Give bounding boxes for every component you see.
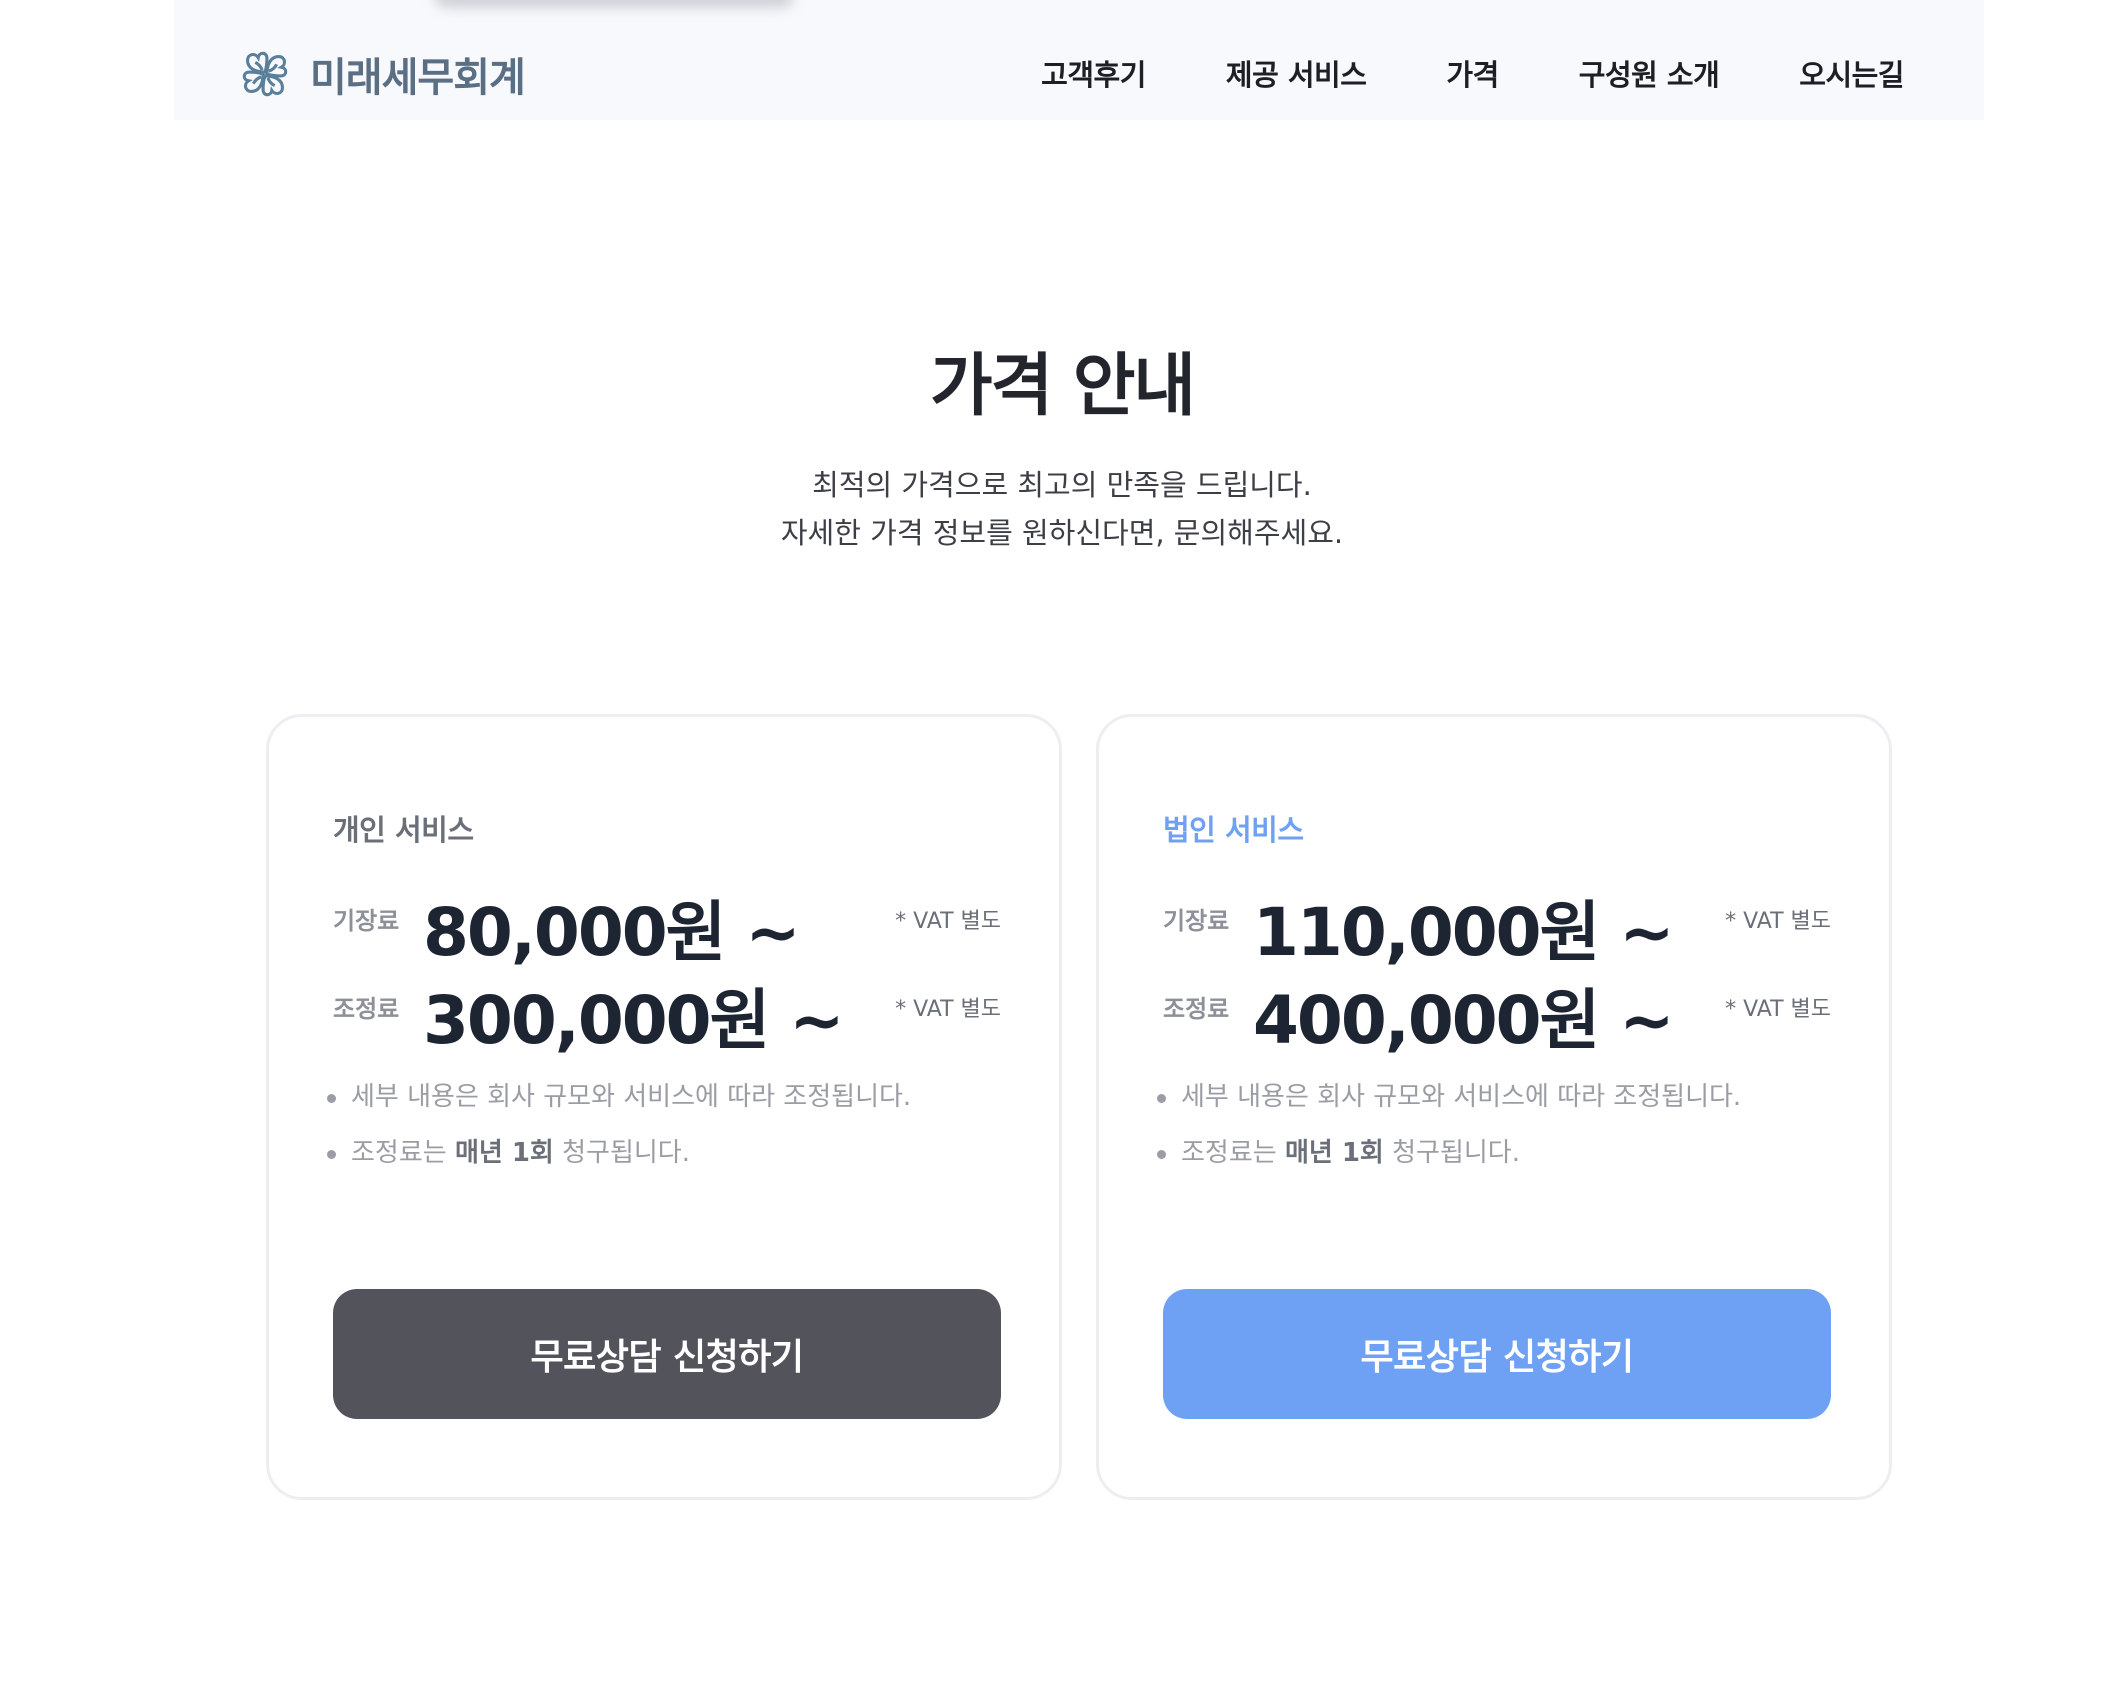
card-heading: 법인 서비스 [1163,813,1304,847]
site-header: 미래세무회계 고객후기 제공 서비스 가격 구성원 소개 오시는길 [174,0,1984,120]
nav-pricing[interactable]: 가격 [1446,52,1499,94]
notes-list: 세부 내용은 회사 규모와 서비스에 따라 조정됩니다. 조정료는 매년 1회 … [325,1079,911,1191]
vat-note: * VAT 별도 [895,997,1001,1022]
pricing-card-corporate: 법인 서비스 기장료 110,000원 ~ * VAT 별도 조정료 400,0… [1096,714,1892,1500]
logo[interactable]: 미래세무회계 [234,40,526,108]
vat-note: * VAT 별도 [1725,909,1831,934]
nav-services[interactable]: 제공 서비스 [1226,52,1367,94]
price-row-adjustment: 조정료 300,000원 ~ * VAT 별도 [333,967,1001,1059]
pricing-card-individual: 개인 서비스 기장료 80,000원 ~ * VAT 별도 조정료 300,00… [266,714,1062,1500]
note-item: 세부 내용은 회사 규모와 서비스에 따라 조정됩니다. [1155,1079,1741,1135]
price-value: 400,000원 ~ [1253,982,1675,1059]
card-heading: 개인 서비스 [333,813,474,847]
header-overlay-shadow [434,0,794,8]
nav-reviews[interactable]: 고객후기 [1041,52,1146,94]
nav-directions[interactable]: 오시는길 [1799,52,1904,94]
vat-note: * VAT 별도 [895,909,1001,934]
notes-list: 세부 내용은 회사 규모와 서비스에 따라 조정됩니다. 조정료는 매년 1회 … [1155,1079,1741,1191]
price-value: 110,000원 ~ [1253,894,1675,971]
price-row-bookkeeping: 기장료 110,000원 ~ * VAT 별도 [1163,879,1831,971]
price-label: 기장료 [1163,907,1230,935]
price-label: 기장료 [333,907,400,935]
pricing-subtitle-line-1: 최적의 가격으로 최고의 만족을 드립니다. [812,468,1312,502]
price-value: 300,000원 ~ [423,982,845,1059]
price-label: 조정료 [333,995,400,1023]
pricing-subtitle-line-2: 자세한 가격 정보를 원하신다면, 문의해주세요. [780,516,1344,550]
vat-note: * VAT 별도 [1725,997,1831,1022]
page: 미래세무회계 고객후기 제공 서비스 가격 구성원 소개 오시는길 가격 안내 … [0,0,2124,1688]
free-consultation-button-individual[interactable]: 무료상담 신청하기 [333,1289,1001,1419]
note-text-pre: 조정료는 [1181,1138,1285,1168]
note-text: 세부 내용은 회사 규모와 서비스에 따라 조정됩니다. [351,1082,912,1112]
note-text-post: 청구됩니다. [1383,1138,1520,1168]
price-row-adjustment: 조정료 400,000원 ~ * VAT 별도 [1163,967,1831,1059]
pricing-title: 가격 안내 [930,347,1196,426]
main-nav: 고객후기 제공 서비스 가격 구성원 소개 오시는길 [1041,52,1904,94]
price-value: 80,000원 ~ [423,894,801,971]
note-text-bold: 매년 1회 [454,1138,554,1168]
price-label: 조정료 [1163,995,1230,1023]
price-row-bookkeeping: 기장료 80,000원 ~ * VAT 별도 [333,879,1001,971]
note-text-bold: 매년 1회 [1284,1138,1384,1168]
clover-icon [242,51,288,97]
note-text-post: 청구됩니다. [553,1138,690,1168]
note-item: 세부 내용은 회사 규모와 서비스에 따라 조정됩니다. [325,1079,911,1135]
note-text: 세부 내용은 회사 규모와 서비스에 따라 조정됩니다. [1181,1082,1742,1112]
note-text-pre: 조정료는 [351,1138,455,1168]
logo-text: 미래세무회계 [310,55,526,101]
note-item: 조정료는 매년 1회 청구됩니다. [1155,1135,1741,1191]
free-consultation-button-corporate[interactable]: 무료상담 신청하기 [1163,1289,1831,1419]
note-item: 조정료는 매년 1회 청구됩니다. [325,1135,911,1191]
nav-members[interactable]: 구성원 소개 [1579,52,1720,94]
